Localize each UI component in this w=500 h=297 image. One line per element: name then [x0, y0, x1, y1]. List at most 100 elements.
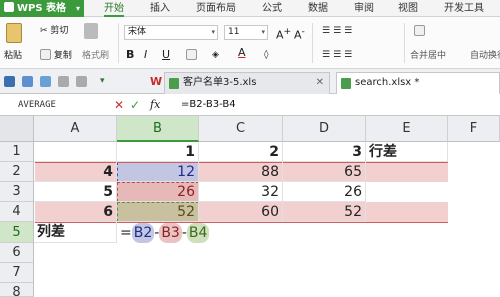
cell-b1[interactable]: 1: [117, 142, 199, 162]
row-header-5[interactable]: 5: [0, 222, 34, 243]
cell-d4[interactable]: 52: [283, 202, 366, 222]
cut-label: 剪切: [50, 26, 69, 36]
tab-label: search.xlsx *: [355, 77, 420, 88]
menu-insert[interactable]: 插入: [150, 0, 170, 17]
clear-format-button[interactable]: ◊: [264, 49, 268, 61]
menu-developer[interactable]: 开发工具: [444, 0, 484, 17]
format-painter-icon[interactable]: [84, 23, 98, 39]
cell-b4[interactable]: 52: [117, 202, 199, 222]
customize-toolbar-icon[interactable]: ▾: [100, 76, 111, 87]
grow-font-button[interactable]: A+: [276, 26, 291, 42]
cell-b5-editor[interactable]: = B2- B3- B4: [117, 223, 237, 243]
border-icon: [186, 49, 197, 60]
document-tab-bar: ▾ W 客户名单3-5.xls ✕ search.xlsx *: [0, 69, 500, 94]
wrap-text-button[interactable]: 自动换行: [470, 50, 500, 62]
cell-d2[interactable]: 65: [283, 162, 366, 182]
ribbon-divider: [404, 23, 405, 63]
cell-a2[interactable]: 4: [34, 162, 117, 182]
cell-a1[interactable]: [34, 142, 117, 162]
redo-icon[interactable]: [76, 76, 87, 87]
cell-d3[interactable]: 26: [283, 182, 366, 202]
tab-customer-list[interactable]: 客户名单3-5.xls ✕: [164, 72, 330, 94]
print-icon[interactable]: [22, 76, 33, 87]
menu-home[interactable]: 开始: [104, 0, 124, 17]
cell-a5[interactable]: 列差: [34, 222, 117, 243]
menu-data[interactable]: 数据: [308, 0, 328, 17]
paste-icon[interactable]: [6, 23, 22, 43]
insert-function-icon[interactable]: fx: [150, 97, 160, 113]
copy-icon: [40, 49, 51, 60]
horizontal-align-buttons[interactable]: ☰☰☰: [322, 49, 355, 61]
spreadsheet-grid: A B C D E F 1 2 3 4 5 6 7 8 1 2 3 行差 4 1…: [0, 116, 500, 297]
wps-app-menu-button[interactable]: WPS 表格 ▾: [0, 0, 84, 17]
formula-ref-b2: B2: [131, 223, 155, 243]
cell-a3[interactable]: 5: [34, 182, 117, 202]
formula-ref-b4: B4: [186, 223, 210, 243]
shrink-font-button[interactable]: A-: [294, 26, 305, 42]
font-size-select[interactable]: 11 ▾: [224, 25, 268, 40]
font-name-value: 宋体: [128, 27, 147, 37]
row-header-3[interactable]: 3: [0, 182, 34, 202]
column-header-f[interactable]: F: [448, 116, 500, 142]
merge-icon[interactable]: [414, 25, 425, 38]
cell-e1[interactable]: 行差: [366, 142, 448, 162]
paint-bucket-icon: ◈: [212, 50, 219, 60]
app-brand: WPS 表格: [17, 3, 67, 14]
tab-search[interactable]: search.xlsx *: [336, 72, 500, 94]
menu-page-layout[interactable]: 页面布局: [196, 0, 236, 17]
formula-bar: AVERAGE ✕ ✓ fx =B2-B3-B4: [0, 94, 500, 116]
column-header-b[interactable]: B: [117, 116, 199, 142]
cell-c4[interactable]: 60: [199, 202, 283, 222]
font-color-button[interactable]: A: [238, 47, 246, 59]
undo-icon[interactable]: [58, 76, 69, 87]
cell-d1[interactable]: 3: [283, 142, 366, 162]
cell-b2[interactable]: 12: [117, 162, 199, 182]
borders-button[interactable]: [186, 49, 197, 62]
row-header-6[interactable]: 6: [0, 243, 34, 263]
print-preview-icon[interactable]: [40, 76, 51, 87]
cancel-icon[interactable]: ✕: [114, 97, 124, 113]
cell-c2[interactable]: 88: [199, 162, 283, 182]
cut-button[interactable]: ✂ 剪切: [40, 25, 68, 37]
menu-view[interactable]: 视图: [398, 0, 418, 17]
column-header-d[interactable]: D: [283, 116, 366, 142]
menu-formulas[interactable]: 公式: [262, 0, 282, 17]
confirm-icon[interactable]: ✓: [130, 97, 140, 113]
copy-button[interactable]: 复制: [40, 49, 72, 62]
menu-review[interactable]: 审阅: [354, 0, 374, 17]
ribbon-divider: [118, 23, 119, 63]
select-all-corner[interactable]: [0, 116, 34, 142]
italic-button[interactable]: I: [144, 49, 147, 61]
save-icon[interactable]: [4, 76, 15, 87]
row-header-8[interactable]: 8: [0, 283, 34, 297]
menu-bar: WPS 表格 ▾ 开始 插入 页面布局 公式 数据 审阅 视图 开发工具: [0, 0, 500, 17]
formula-ref-b3: B3: [159, 223, 182, 243]
paste-button[interactable]: 粘贴: [4, 50, 22, 62]
formula-input[interactable]: =B2-B3-B4: [181, 97, 496, 113]
font-name-select[interactable]: 宋体 ▾: [124, 25, 218, 40]
cell-a4[interactable]: 6: [34, 202, 117, 222]
column-header-a[interactable]: A: [34, 116, 117, 142]
column-header-c[interactable]: C: [199, 116, 283, 142]
row-header-4[interactable]: 4: [0, 202, 34, 222]
cell-c1[interactable]: 2: [199, 142, 283, 162]
underline-button[interactable]: U: [162, 49, 170, 61]
chevron-down-icon: ▾: [261, 28, 265, 36]
format-painter-button[interactable]: 格式刷: [82, 50, 109, 62]
cell-c3[interactable]: 32: [199, 182, 283, 202]
cell-b3[interactable]: 26: [117, 182, 199, 202]
ribbon-divider: [312, 23, 313, 63]
row-header-7[interactable]: 7: [0, 263, 34, 283]
bold-button[interactable]: B: [126, 49, 134, 61]
column-header-e[interactable]: E: [366, 116, 448, 142]
name-box[interactable]: AVERAGE: [0, 97, 96, 113]
close-icon[interactable]: ✕: [316, 73, 324, 93]
merge-center-button[interactable]: 合并居中: [410, 50, 446, 62]
formula-equals: =: [120, 225, 132, 241]
tab-label: 客户名单3-5.xls: [183, 77, 257, 88]
row-header-1[interactable]: 1: [0, 142, 34, 162]
vertical-align-buttons[interactable]: ☰☰☰: [322, 25, 355, 37]
fill-color-button[interactable]: ◈: [212, 49, 219, 61]
row-header-2[interactable]: 2: [0, 162, 34, 182]
scissors-icon: ✂: [40, 26, 48, 36]
